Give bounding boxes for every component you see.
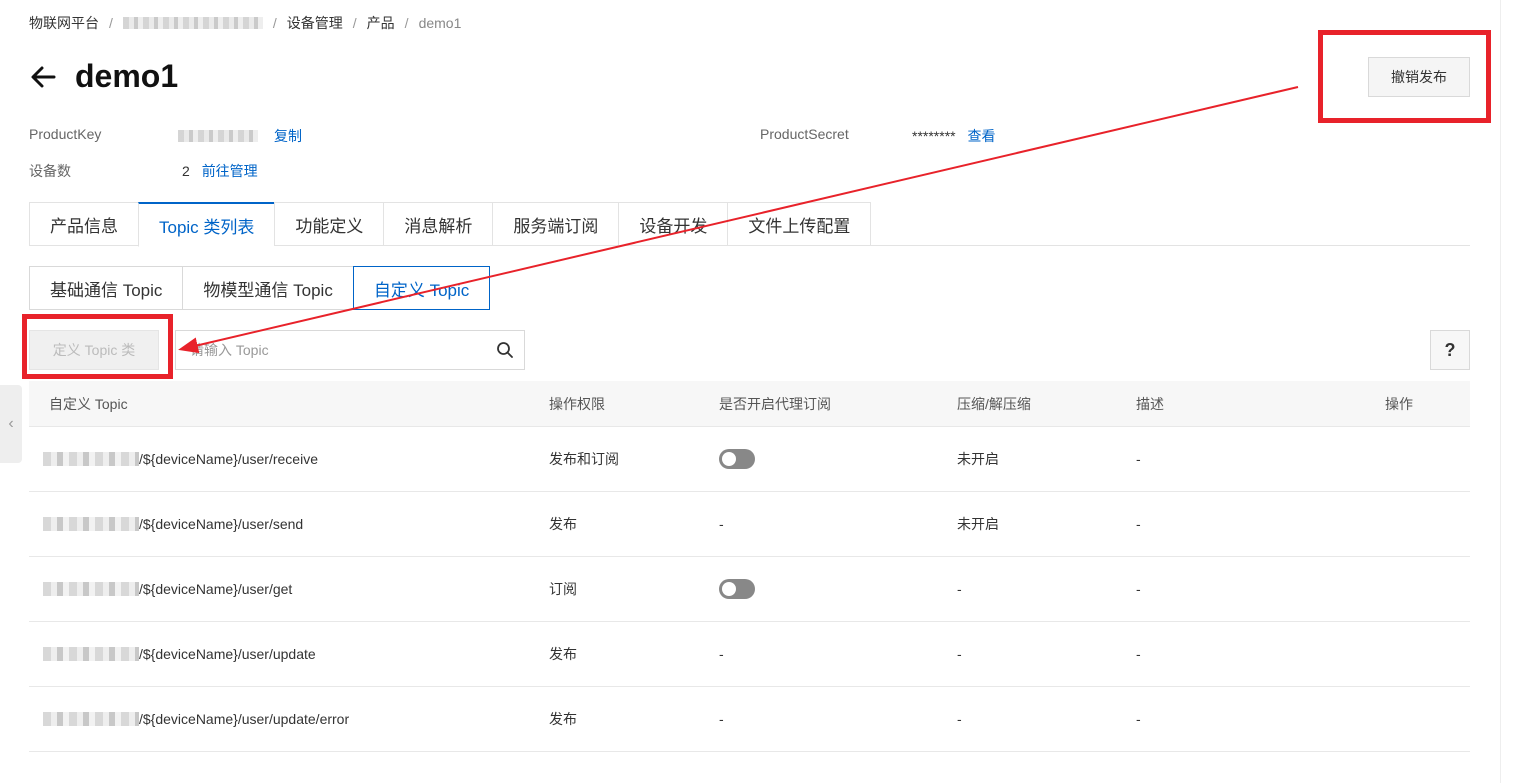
breadcrumb-separator: /: [404, 15, 409, 31]
tab-topic-list[interactable]: Topic 类列表: [138, 202, 275, 247]
permission-cell: 发布: [549, 646, 577, 662]
chevron-left-icon: ‹: [8, 415, 14, 432]
tab-product-info[interactable]: 产品信息: [29, 202, 138, 246]
description-cell: -: [1136, 451, 1141, 467]
device-count-label: 设备数: [29, 163, 71, 179]
sidebar-collapse-handle[interactable]: ‹: [0, 385, 22, 463]
topic-cell: /${deviceName}/user/update/error: [43, 711, 349, 727]
table-row: /${deviceName}/user/update/error 发布 - - …: [29, 687, 1470, 752]
tab-message-parsing[interactable]: 消息解析: [383, 202, 493, 246]
compression-cell: -: [957, 711, 962, 727]
product-secret-value: ******** 查看: [912, 128, 996, 144]
product-secret-label: ProductSecret: [760, 126, 849, 142]
permission-cell: 发布和订阅: [549, 451, 619, 467]
topic-cell: /${deviceName}/user/receive: [43, 451, 318, 467]
product-key-label: ProductKey: [29, 126, 102, 142]
tab-custom-topic[interactable]: 自定义 Topic: [352, 266, 491, 310]
topic-prefix-redacted: [43, 582, 139, 596]
proxy-subscription-cell: -: [719, 711, 724, 727]
sub-tabs: 基础通信 Topic 物模型通信 Topic 自定义 Topic: [29, 266, 491, 310]
title-row: demo1: [29, 58, 178, 95]
table-row: /${deviceName}/user/receive 发布和订阅 未开启 -: [29, 427, 1470, 492]
product-key-value: 复制: [178, 126, 302, 146]
header-proxy-subscription: 是否开启代理订阅: [719, 395, 831, 412]
define-topic-class-button[interactable]: 定义 Topic 类: [29, 330, 159, 370]
product-key-redacted: [178, 130, 258, 142]
breadcrumb-separator: /: [352, 15, 357, 31]
custom-topic-table: 自定义 Topic 操作权限 是否开启代理订阅 压缩/解压缩 描述 操作 /${…: [29, 381, 1470, 752]
breadcrumb-separator: /: [109, 15, 113, 31]
permission-cell: 发布: [549, 516, 577, 532]
breadcrumb-device-mgmt[interactable]: 设备管理: [287, 13, 343, 33]
proxy-subscription-cell: -: [719, 646, 724, 662]
topic-cell: /${deviceName}/user/get: [43, 581, 292, 597]
page-title: demo1: [75, 58, 179, 94]
topic-prefix-redacted: [43, 517, 139, 531]
permission-cell: 发布: [549, 711, 577, 727]
permission-cell: 订阅: [549, 581, 577, 597]
proxy-subscription-cell: [719, 449, 755, 469]
breadcrumb-separator: /: [272, 15, 277, 31]
description-cell: -: [1136, 581, 1141, 597]
header-topic: 自定义 Topic: [49, 395, 128, 412]
copy-link[interactable]: 复制: [274, 126, 302, 146]
header-description: 描述: [1136, 395, 1164, 412]
right-side-rail: [1500, 0, 1523, 783]
header-actions: 操作: [1385, 395, 1413, 412]
breadcrumb-product[interactable]: 产品: [367, 13, 395, 33]
breadcrumb-root[interactable]: 物联网平台: [29, 13, 99, 33]
help-button[interactable]: ?: [1430, 330, 1470, 370]
tab-server-subscription[interactable]: 服务端订阅: [492, 202, 619, 246]
table-row: /${deviceName}/user/send 发布 - 未开启 -: [29, 492, 1470, 557]
tab-function-definition[interactable]: 功能定义: [274, 202, 384, 246]
proxy-subscription-toggle[interactable]: [719, 449, 755, 469]
breadcrumb-current: demo1: [418, 15, 462, 31]
view-secret-link[interactable]: 查看: [967, 128, 995, 144]
description-cell: -: [1136, 646, 1141, 662]
table-row: /${deviceName}/user/get 订阅 - -: [29, 557, 1470, 622]
tab-file-upload-config[interactable]: 文件上传配置: [727, 202, 872, 246]
compression-cell: 未开启: [957, 516, 999, 532]
topic-prefix-redacted: [43, 647, 139, 661]
tab-tsl-topic[interactable]: 物模型通信 Topic: [182, 266, 353, 310]
tab-device-development[interactable]: 设备开发: [618, 202, 728, 246]
topic-prefix-redacted: [43, 712, 139, 726]
main-tabs: 产品信息 Topic 类列表 功能定义 消息解析 服务端订阅 设备开发 文件上传…: [29, 202, 1470, 247]
topic-cell: /${deviceName}/user/send: [43, 516, 303, 532]
header-compression: 压缩/解压缩: [957, 395, 1031, 412]
tab-basic-topic[interactable]: 基础通信 Topic: [29, 266, 183, 310]
breadcrumb: 物联网平台 / / 设备管理 / 产品 / demo1: [29, 13, 461, 33]
arrow-left-icon[interactable]: [29, 63, 57, 91]
search-input[interactable]: [176, 331, 496, 369]
device-count-value: 2 前往管理: [182, 163, 258, 179]
header-permission: 操作权限: [549, 395, 605, 412]
table-header: 自定义 Topic 操作权限 是否开启代理订阅 压缩/解压缩 描述 操作: [29, 381, 1470, 427]
proxy-subscription-cell: [719, 579, 755, 599]
topic-prefix-redacted: [43, 452, 139, 466]
proxy-subscription-cell: -: [719, 516, 724, 532]
proxy-subscription-toggle[interactable]: [719, 579, 755, 599]
revoke-publish-button[interactable]: 撤销发布: [1368, 57, 1470, 97]
manage-devices-link[interactable]: 前往管理: [202, 163, 258, 179]
compression-cell: -: [957, 581, 962, 597]
topic-cell: /${deviceName}/user/update: [43, 646, 316, 662]
description-cell: -: [1136, 516, 1141, 532]
search-icon[interactable]: [496, 341, 514, 359]
table-row: /${deviceName}/user/update 发布 - - -: [29, 622, 1470, 687]
description-cell: -: [1136, 711, 1141, 727]
compression-cell: 未开启: [957, 451, 999, 467]
breadcrumb-instance-redacted[interactable]: [122, 17, 263, 29]
compression-cell: -: [957, 646, 962, 662]
search-box: [175, 330, 525, 370]
